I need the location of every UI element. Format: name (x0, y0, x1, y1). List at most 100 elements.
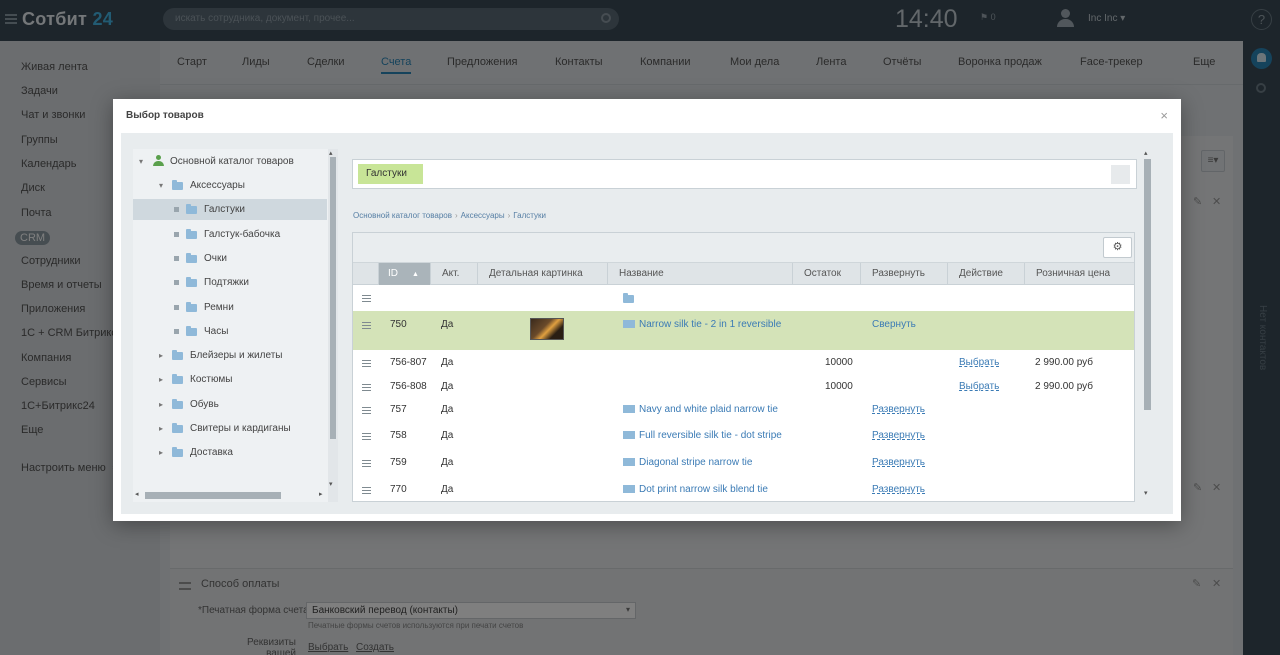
chevron-down-icon[interactable]: ▾ (139, 151, 143, 172)
products-panel: Галстуки Основной каталог товаров › Аксесс… (348, 149, 1141, 502)
tree-horizontal-scrollbar[interactable]: ◂ ▸ (133, 489, 328, 500)
scroll-left-icon[interactable]: ◂ (135, 490, 139, 498)
scroll-thumb[interactable] (1144, 159, 1151, 410)
scroll-up-icon[interactable]: ▴ (329, 149, 333, 157)
gear-icon[interactable]: ⚙ (1103, 237, 1132, 258)
scroll-down-icon[interactable]: ▾ (329, 480, 333, 488)
chevron-right-icon[interactable]: ▸ (159, 345, 163, 366)
scroll-down-icon[interactable]: ▾ (1144, 489, 1148, 497)
chevron-right-icon[interactable]: ▸ (159, 369, 163, 390)
cell-id: 758 (390, 430, 407, 441)
expand-toggle[interactable]: Развернуть (872, 457, 925, 468)
table-row[interactable]: 757 Да Navy and white plaid narrow tie Разв… (353, 398, 1134, 424)
tree-item[interactable]: ▸ Костюмы (133, 369, 327, 390)
cell-active: Да (441, 457, 454, 468)
breadcrumb-item[interactable]: Основной каталог товаров (353, 211, 452, 220)
product-name-link[interactable]: Navy and white plaid narrow tie (623, 404, 778, 415)
expand-toggle[interactable]: Развернуть (872, 484, 925, 495)
column-label: ID (388, 268, 398, 279)
table-row[interactable]: 750 Да Narrow silk tie - 2 in 1 reversible… (353, 311, 1134, 350)
tree-item[interactable]: ▸ Блейзеры и жилеты (133, 345, 327, 366)
product-name-link[interactable]: Narrow silk tie - 2 in 1 reversible (623, 319, 781, 330)
tree-vertical-scrollbar[interactable]: ▴ ▾ (328, 149, 338, 502)
drag-handle-icon[interactable] (362, 433, 371, 440)
drag-handle-icon[interactable] (362, 322, 371, 329)
table-row[interactable]: 770 Да Dot print narrow silk blend tie Разв… (353, 478, 1134, 501)
expand-toggle[interactable]: Развернуть (872, 430, 925, 441)
column-header[interactable]: Название (608, 263, 793, 285)
drag-handle-icon[interactable] (362, 384, 371, 391)
select-action-link[interactable]: Выбрать (959, 381, 999, 392)
tree-item[interactable]: Ремни (133, 297, 327, 318)
cell-active: Да (441, 357, 454, 368)
sort-asc-icon[interactable]: ▲ (412, 271, 419, 278)
tree-item[interactable]: ▾ Аксессуары (133, 175, 327, 196)
tree-item[interactable]: ▸ Свитеры и кардиганы (133, 418, 327, 439)
expand-toggle[interactable]: Развернуть (872, 404, 925, 415)
tree-root[interactable]: ▾ Основной каталог товаров (133, 151, 327, 172)
product-name-link[interactable]: Diagonal stripe narrow tie (623, 457, 752, 468)
tree-item[interactable]: Галстук-бабочка (133, 224, 327, 245)
table-row[interactable] (353, 286, 1134, 311)
table-row[interactable]: 756-807 Да 10000 Выбрать 2 990.00 руб (353, 350, 1134, 374)
bullet-icon (174, 231, 179, 237)
tree-item[interactable]: Подтяжки (133, 272, 327, 293)
product-name: Full reversible silk tie - dot stripe (639, 430, 782, 441)
breadcrumb-item[interactable]: Аксессуары (461, 211, 505, 220)
column-header[interactable]: ID ▲ (379, 263, 431, 285)
cell-price: 2 990.00 руб (1035, 381, 1093, 392)
chevron-right-icon[interactable]: ▸ (159, 418, 163, 439)
column-header[interactable]: Акт. (431, 263, 478, 285)
column-header[interactable]: Детальная картинка (478, 263, 608, 285)
table-row[interactable]: 759 Да Diagonal stripe narrow tie Развернут… (353, 451, 1134, 478)
tree-item[interactable]: ▸ Обувь (133, 394, 327, 415)
table-row[interactable]: 756-808 Да 10000 Выбрать 2 990.00 руб (353, 374, 1134, 398)
drag-handle-icon[interactable] (362, 487, 371, 494)
select-action-link[interactable]: Выбрать (959, 357, 999, 368)
filter-clear-button[interactable] (1111, 165, 1130, 184)
tree-item[interactable]: Часы (133, 321, 327, 342)
scroll-thumb[interactable] (145, 492, 281, 499)
scroll-up-icon[interactable]: ▴ (1144, 149, 1148, 157)
folder-icon (172, 398, 183, 409)
filter-box[interactable]: Галстуки (352, 159, 1137, 189)
breadcrumb-item[interactable]: Галстуки (513, 211, 546, 220)
tree-item[interactable]: ▸ Доставка (133, 442, 327, 463)
product-image[interactable] (530, 318, 564, 340)
drag-handle-icon[interactable] (362, 460, 371, 467)
cell-id: 759 (390, 457, 407, 468)
drag-handle-icon[interactable] (362, 295, 371, 302)
grid-vertical-scrollbar[interactable]: ▴ ▾ (1142, 149, 1153, 502)
chevron-down-icon[interactable]: ▾ (159, 175, 163, 196)
scroll-right-icon[interactable]: ▸ (319, 490, 323, 498)
product-picker-dialog: Выбор товаров × ▾ Основной каталог товаро… (113, 99, 1181, 521)
chevron-right-icon[interactable]: ▸ (159, 394, 163, 415)
column-header[interactable]: Развернуть (861, 263, 948, 285)
tree-label: Часы (204, 325, 229, 337)
cell-active: Да (441, 484, 454, 495)
column-label: Детальная картинка (489, 268, 583, 279)
cell-active: Да (441, 319, 454, 330)
filter-chip[interactable]: Галстуки (358, 164, 423, 184)
drag-handle-icon[interactable] (362, 360, 371, 367)
scroll-thumb[interactable] (330, 157, 336, 439)
folder-icon (172, 423, 183, 433)
chevron-right-icon[interactable]: ▸ (159, 442, 163, 463)
column-header[interactable]: Действие (948, 263, 1025, 285)
tree-label: Свитеры и кардиганы (190, 423, 291, 434)
expand-toggle[interactable]: Свернуть (872, 319, 916, 330)
product-name-link[interactable]: Full reversible silk tie - dot stripe (623, 430, 782, 441)
tree-item[interactable]: Галстуки (133, 199, 327, 221)
cell-stock: 10000 (825, 381, 853, 392)
folder-icon[interactable] (623, 293, 634, 303)
drag-handle-icon[interactable] (362, 407, 371, 414)
product-name-link[interactable]: Dot print narrow silk blend tie (623, 484, 768, 495)
close-icon[interactable]: × (1160, 108, 1168, 123)
tree-item[interactable]: Очки (133, 248, 327, 269)
column-header[interactable]: Розничная цена (1025, 263, 1134, 285)
column-label: Розничная цена (1036, 268, 1111, 279)
column-header[interactable]: Остаток (793, 263, 861, 285)
product-icon (623, 485, 635, 493)
dialog-body: ▾ Основной каталог товаров ▾ Аксессуары Галс… (121, 133, 1173, 514)
table-row[interactable]: 758 Да Full reversible silk tie - dot stri… (353, 424, 1134, 451)
